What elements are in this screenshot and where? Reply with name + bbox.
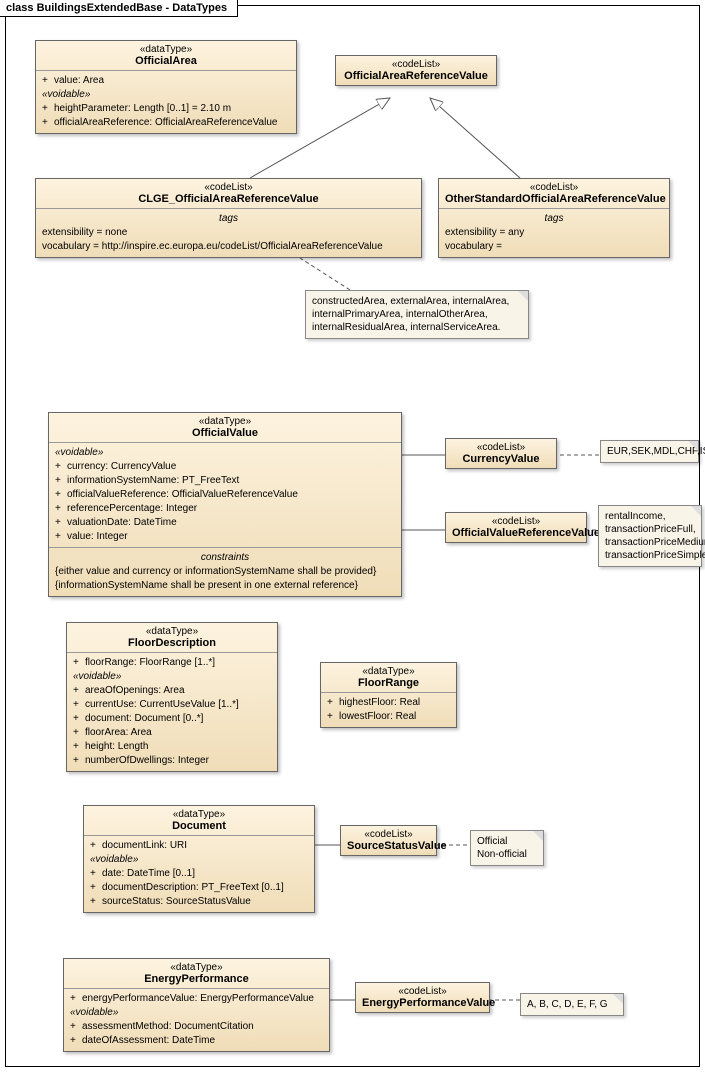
constraint: {informationSystemName shall be present … xyxy=(55,579,395,593)
voidable-label: «voidable» xyxy=(55,446,395,460)
tags-label: tags xyxy=(42,212,415,226)
attr: valuationDate: DateTime xyxy=(67,517,177,528)
class-other: «codeList»OtherStandardOfficialAreaRefer… xyxy=(438,178,670,258)
attr: numberOfDwellings: Integer xyxy=(85,755,209,766)
stereotype: «codeList» xyxy=(347,829,430,840)
tag: vocabulary = http://inspire.ec.europa.eu… xyxy=(42,240,415,254)
voidable-label: «voidable» xyxy=(42,88,290,102)
frame-title: class BuildingsExtendedBase - DataTypes xyxy=(0,0,238,17)
attr: highestFloor: Real xyxy=(339,697,420,708)
tag: extensibility = none xyxy=(42,226,415,240)
attr: floorArea: Area xyxy=(85,727,152,738)
stereotype: «codeList» xyxy=(452,442,550,453)
note-area: constructedArea, externalArea, internalA… xyxy=(305,290,529,339)
class-name: EnergyPerformance xyxy=(70,973,323,985)
attr: value: Area xyxy=(54,75,104,86)
attr: assessmentMethod: DocumentCitation xyxy=(82,1021,254,1032)
class-energy: «dataType»EnergyPerformance +energyPerfo… xyxy=(63,958,330,1052)
attr: date: DateTime [0..1] xyxy=(102,868,195,879)
class-name: Document xyxy=(90,820,308,832)
attr: informationSystemName: PT_FreeText xyxy=(67,475,239,486)
voidable-label: «voidable» xyxy=(70,1006,323,1020)
tag: vocabulary = xyxy=(445,240,663,254)
class-name: OfficialValueReferenceValue xyxy=(452,527,580,539)
attr: areaOfOpenings: Area xyxy=(85,685,185,696)
stereotype: «codeList» xyxy=(452,516,580,527)
class-name: FloorDescription xyxy=(73,637,271,649)
class-floor-description: «dataType»FloorDescription +floorRange: … xyxy=(66,622,278,772)
attr: referencePercentage: Integer xyxy=(67,503,197,514)
class-name: OfficialAreaReferenceValue xyxy=(342,70,490,82)
stereotype: «dataType» xyxy=(42,44,290,55)
class-ovrv: «codeList»OfficialValueReferenceValue xyxy=(445,512,587,543)
stereotype: «dataType» xyxy=(327,666,450,677)
class-name: OfficialValue xyxy=(55,427,395,439)
note-ovrv: rentalIncome, transactionPriceFull, tran… xyxy=(598,505,702,567)
stereotype: «dataType» xyxy=(70,962,323,973)
attr: lowestFloor: Real xyxy=(339,711,416,722)
constraints-label: constraints xyxy=(55,551,395,565)
class-name: OtherStandardOfficialAreaReferenceValue xyxy=(445,193,663,205)
stereotype: «codeList» xyxy=(42,182,415,193)
attr: dateOfAssessment: DateTime xyxy=(82,1035,215,1046)
stereotype: «dataType» xyxy=(90,809,308,820)
class-floor-range: «dataType»FloorRange +highestFloor: Real… xyxy=(320,662,457,728)
attr: height: Length xyxy=(85,741,148,752)
attr: documentLink: URI xyxy=(102,840,187,851)
attr: currentUse: CurrentUseValue [1..*] xyxy=(85,699,239,710)
class-name: CurrencyValue xyxy=(452,453,550,465)
class-document: «dataType»Document +documentLink: URI «v… xyxy=(83,805,315,913)
voidable-label: «voidable» xyxy=(73,670,271,684)
attr: currency: CurrencyValue xyxy=(67,461,176,472)
stereotype: «codeList» xyxy=(342,59,490,70)
attr: floorRange: FloorRange [1..*] xyxy=(85,657,215,668)
class-source-status: «codeList»SourceStatusValue xyxy=(340,825,437,856)
stereotype: «codeList» xyxy=(362,986,483,997)
attr: value: Integer xyxy=(67,531,128,542)
class-clge: «codeList»CLGE_OfficialAreaReferenceValu… xyxy=(35,178,422,258)
note-source: Official Non-official xyxy=(470,830,544,866)
note-energy: A, B, C, D, E, F, G xyxy=(520,993,624,1016)
class-name: CLGE_OfficialAreaReferenceValue xyxy=(42,193,415,205)
attr: heightParameter: Length [0..1] = 2.10 m xyxy=(54,103,231,114)
voidable-label: «voidable» xyxy=(90,853,308,867)
class-currency: «codeList»CurrencyValue xyxy=(445,438,557,469)
class-official-area: «dataType»OfficialArea +value: Area «voi… xyxy=(35,40,297,134)
tag: extensibility = any xyxy=(445,226,663,240)
attr: sourceStatus: SourceStatusValue xyxy=(102,896,251,907)
tags-label: tags xyxy=(445,212,663,226)
stereotype: «dataType» xyxy=(55,416,395,427)
attr: documentDescription: PT_FreeText [0..1] xyxy=(102,882,284,893)
attr: document: Document [0..*] xyxy=(85,713,203,724)
class-name: OfficialArea xyxy=(42,55,290,67)
class-name: SourceStatusValue xyxy=(347,840,430,852)
class-name: EnergyPerformanceValue xyxy=(362,997,483,1009)
constraint: {either value and currency or informatio… xyxy=(55,565,395,579)
attr: officialAreaReference: OfficialAreaRefer… xyxy=(54,117,277,128)
attr: energyPerformanceValue: EnergyPerformanc… xyxy=(82,993,314,1004)
class-energy-value: «codeList»EnergyPerformanceValue xyxy=(355,982,490,1013)
note-currency: EUR,SEK,MDL,CHF,ISK,GBP,RUB,RSD xyxy=(600,440,699,463)
class-name: FloorRange xyxy=(327,677,450,689)
stereotype: «dataType» xyxy=(73,626,271,637)
stereotype: «codeList» xyxy=(445,182,663,193)
attr: officialValueReference: OfficialValueRef… xyxy=(67,489,298,500)
class-oarv: «codeList»OfficialAreaReferenceValue xyxy=(335,55,497,86)
class-official-value: «dataType»OfficialValue «voidable» +curr… xyxy=(48,412,402,597)
